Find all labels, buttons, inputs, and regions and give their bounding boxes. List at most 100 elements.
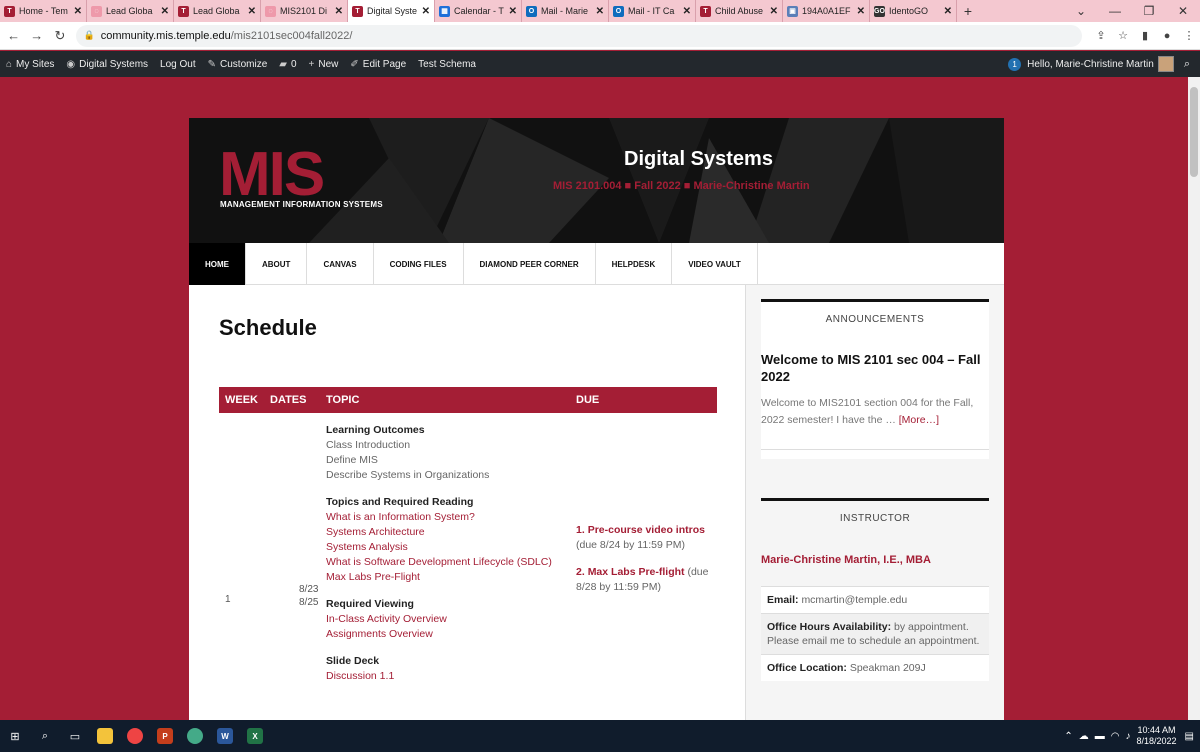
- reload-icon[interactable]: ↻: [50, 28, 69, 44]
- my-sites-menu[interactable]: ⌂ My Sites: [0, 51, 60, 77]
- search-icon[interactable]: ⌕: [1174, 58, 1200, 71]
- battery-icon[interactable]: ▬: [1095, 731, 1105, 742]
- browser-tab[interactable]: T Lead Globa ✕: [174, 0, 261, 22]
- topic-link[interactable]: What is Software Development Lifecycle (…: [326, 555, 566, 570]
- close-tab-icon[interactable]: ✕: [248, 6, 256, 17]
- chrome-active-icon[interactable]: [182, 723, 208, 749]
- back-icon[interactable]: ←: [4, 28, 23, 43]
- tab-favicon-icon: GO: [874, 5, 885, 17]
- file-explorer-icon[interactable]: [92, 723, 118, 749]
- chrome-icon[interactable]: [122, 723, 148, 749]
- browser-tab[interactable]: T Child Abuse ✕: [696, 0, 783, 22]
- scrollbar-thumb[interactable]: [1190, 87, 1198, 177]
- tab-title: MIS2101 Di: [280, 6, 328, 16]
- profile-avatar[interactable]: ●: [1156, 30, 1178, 42]
- mis-logo[interactable]: MIS: [219, 144, 325, 206]
- test-schema-link[interactable]: Test Schema: [412, 51, 482, 77]
- due-number: 1.: [576, 524, 585, 536]
- log-out-link[interactable]: Log Out: [154, 51, 202, 77]
- menu-kebab-icon[interactable]: ⋮: [1178, 29, 1200, 42]
- browser-tab[interactable]: T Home - Tem ✕: [0, 0, 87, 22]
- comments-link[interactable]: ▰ 0: [273, 51, 302, 77]
- new-content-menu[interactable]: + New: [303, 51, 345, 77]
- minimize-button[interactable]: —: [1098, 0, 1132, 22]
- browser-tab[interactable]: GO IdentoGO ✕: [870, 0, 957, 22]
- topic-link[interactable]: Assignments Overview: [326, 627, 566, 642]
- due-item: 2. Max Labs Pre-flight (due 8/28 by 11:5…: [576, 565, 716, 595]
- volume-icon[interactable]: ♪: [1126, 731, 1131, 742]
- new-label: New: [318, 58, 339, 70]
- bookmark-star-icon[interactable]: ☆: [1112, 29, 1134, 42]
- close-window-button[interactable]: ✕: [1166, 0, 1200, 22]
- notifications-icon[interactable]: ▤: [1185, 731, 1194, 742]
- browser-tab[interactable]: ◌ Lead Globa ✕: [87, 0, 174, 22]
- page-scrollbar[interactable]: [1188, 77, 1200, 720]
- edit-page-link[interactable]: ✐ Edit Page: [344, 51, 412, 77]
- announcement-post-title[interactable]: Welcome to MIS 2101 sec 004 – Fall 2022: [761, 351, 989, 385]
- chevron-up-icon[interactable]: ⌃: [1064, 731, 1072, 742]
- topic-link[interactable]: What is an Information System?: [326, 510, 566, 525]
- new-tab-button[interactable]: +: [957, 3, 979, 19]
- windows-start-icon[interactable]: ⊞: [2, 723, 28, 749]
- word-icon[interactable]: W: [212, 723, 238, 749]
- close-tab-icon[interactable]: ✕: [944, 6, 952, 17]
- customize-link[interactable]: ✎ Customize: [202, 51, 274, 77]
- browser-tab[interactable]: ▣ 194A0A1EF ✕: [783, 0, 870, 22]
- url-path: /mis2101sec004fall2022/: [230, 29, 353, 42]
- close-tab-icon[interactable]: ✕: [335, 6, 343, 17]
- nav-item-home[interactable]: HOME: [189, 243, 246, 285]
- close-tab-icon[interactable]: ✕: [770, 6, 778, 17]
- task-view-icon[interactable]: ▭: [62, 723, 88, 749]
- close-tab-icon[interactable]: ✕: [74, 6, 82, 17]
- site-title[interactable]: Digital Systems: [624, 148, 773, 171]
- topic-link[interactable]: Systems Architecture: [326, 525, 566, 540]
- close-tab-icon[interactable]: ✕: [596, 6, 604, 17]
- more-link[interactable]: [More…]: [899, 414, 939, 426]
- email-value[interactable]: mcmartin@temple.edu: [801, 594, 907, 606]
- restore-button[interactable]: ❐: [1132, 0, 1166, 22]
- topic-group: Learning Outcomes Class Introduction Defin…: [326, 423, 566, 483]
- onedrive-icon[interactable]: ☁: [1079, 731, 1089, 742]
- due-link[interactable]: Pre-course video intros: [588, 524, 705, 536]
- nav-item-diamond-peer-corner[interactable]: DIAMOND PEER CORNER: [464, 243, 596, 285]
- nav-item-video-vault[interactable]: VIDEO VAULT: [672, 243, 758, 285]
- nav-item-about[interactable]: ABOUT: [246, 243, 308, 285]
- account-greeting[interactable]: Hello, Marie-Christine Martin: [1027, 59, 1154, 70]
- col-dates-header: DATES: [270, 394, 307, 406]
- nav-item-canvas[interactable]: CANVAS: [307, 243, 374, 285]
- nav-item-helpdesk[interactable]: HELPDESK: [596, 243, 673, 285]
- lock-icon[interactable]: 🔒: [84, 30, 95, 41]
- browser-tab[interactable]: T Digital Syste ✕: [348, 0, 435, 22]
- close-tab-icon[interactable]: ✕: [857, 6, 865, 17]
- tab-favicon-icon: T: [352, 5, 363, 17]
- browser-tab[interactable]: O Mail - IT Ca ✕: [609, 0, 696, 22]
- close-tab-icon[interactable]: ✕: [161, 6, 169, 17]
- search-icon[interactable]: ⌕: [32, 723, 58, 749]
- browser-tab[interactable]: O Mail - Marie ✕: [522, 0, 609, 22]
- topic-link[interactable]: In-Class Activity Overview: [326, 612, 566, 627]
- topic-link[interactable]: Systems Analysis: [326, 540, 566, 555]
- close-tab-icon[interactable]: ✕: [509, 6, 517, 17]
- browser-tab[interactable]: ▦ Calendar - T ✕: [435, 0, 522, 22]
- wifi-icon[interactable]: ◠: [1111, 731, 1120, 742]
- close-tab-icon[interactable]: ✕: [422, 6, 430, 17]
- powerpoint-icon[interactable]: P: [152, 723, 178, 749]
- notification-badge[interactable]: 1: [1008, 57, 1022, 71]
- due-item: 1. Pre-course video intros (due 8/24 by …: [576, 523, 716, 553]
- share-icon[interactable]: ⇪: [1090, 29, 1112, 42]
- url-input[interactable]: 🔒 community.mis.temple.edu/mis2101sec004…: [75, 24, 1083, 47]
- side-panel-icon[interactable]: ▮: [1134, 29, 1156, 42]
- clock-time: 10:44 AM: [1137, 725, 1176, 735]
- topic-link[interactable]: Max Labs Pre-Flight: [326, 570, 566, 585]
- tab-search-icon[interactable]: ⌄: [1064, 0, 1098, 22]
- close-tab-icon[interactable]: ✕: [683, 6, 691, 17]
- nav-item-coding-files[interactable]: CODING FILES: [374, 243, 464, 285]
- excel-icon[interactable]: X: [242, 723, 268, 749]
- topic-link[interactable]: Discussion 1.1: [326, 669, 566, 684]
- user-avatar[interactable]: [1157, 56, 1174, 72]
- forward-icon[interactable]: →: [27, 28, 46, 43]
- due-link[interactable]: Max Labs Pre-flight: [588, 566, 685, 578]
- browser-tab[interactable]: ◌ MIS2101 Di ✕: [261, 0, 348, 22]
- clock[interactable]: 10:44 AM 8/18/2022: [1137, 725, 1177, 747]
- site-name-menu[interactable]: ◉ Digital Systems: [60, 51, 154, 77]
